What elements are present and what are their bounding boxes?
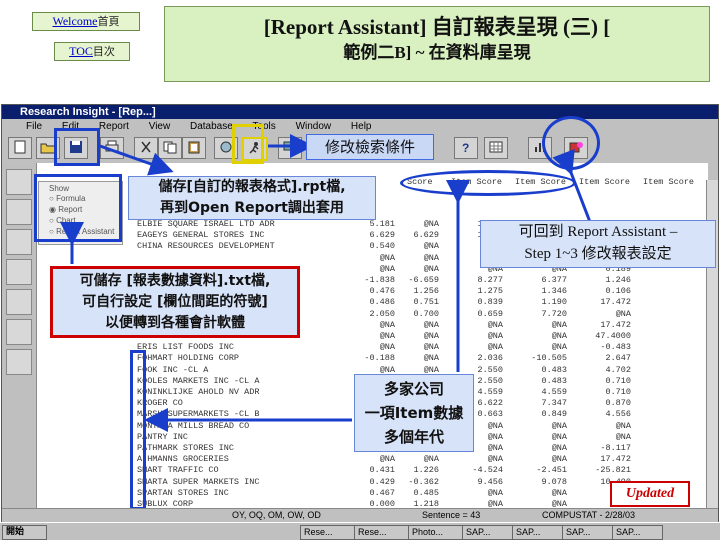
modify-search-callout: 修改檢索條件 (306, 134, 434, 160)
save-txt-line2: 可自行設定 [欄位間距的符號] (82, 294, 268, 310)
multi-line3: 多個年代 (383, 428, 444, 446)
start-button[interactable]: 開始 (2, 525, 47, 540)
return-ra-line1: 可回到 Report Assistant – (518, 224, 678, 240)
status-periods: OY, OQ, OM, OW, OD (232, 510, 321, 520)
task-button[interactable]: SAP... (562, 525, 613, 540)
modify-search-text: 修改檢索條件 (324, 138, 415, 156)
task-button[interactable]: Rese... (354, 525, 409, 540)
save-rpt-callout: 儲存[自訂的報表格式].rpt檔, 再到Open Report調出套用 (128, 176, 376, 220)
multi-line1: 多家公司 (383, 380, 444, 398)
return-ra-line2: Step 1~3 修改報表設定 (524, 246, 672, 262)
task-button[interactable]: Rese... (300, 525, 355, 540)
save-rpt-line2: 再到Open Report調出套用 (160, 200, 344, 216)
save-txt-callout: 可儲存 [報表數據資料].txt檔, 可自行設定 [欄位間距的符號] 以便轉到各… (50, 266, 300, 338)
updated-badge: Updated (610, 481, 690, 507)
taskbar: 開始 Rese... Rese... Photo... SAP... SAP..… (0, 522, 720, 540)
save-txt-line3: 以便轉到各種會計軟體 (105, 315, 245, 331)
multi-line2: 一項Item數據 (364, 404, 464, 422)
status-bar: OY, OQ, OM, OW, OD Sentence = 43 COMPUST… (2, 508, 718, 522)
return-ra-callout: 可回到 Report Assistant – Step 1~3 修改報表設定 (480, 220, 716, 268)
save-rpt-line1: 儲存[自訂的報表格式].rpt檔, (158, 179, 346, 195)
task-button[interactable]: SAP... (512, 525, 563, 540)
arrow-to-ra (552, 148, 592, 223)
status-sentence: Sentence = 43 (422, 510, 481, 520)
task-button[interactable]: SAP... (612, 525, 663, 540)
arrow-to-save-rpt (99, 144, 174, 176)
updated-text: Updated (625, 486, 675, 501)
status-database: COMPUSTAT - 2/28/03 (542, 510, 636, 520)
save-txt-line1: 可儲存 [報表數據資料].txt檔, (79, 273, 271, 289)
multi-company-callout: 多家公司 一項Item數據 多個年代 (354, 374, 474, 452)
task-button[interactable]: Photo... (408, 525, 463, 540)
task-button[interactable]: SAP... (462, 525, 513, 540)
